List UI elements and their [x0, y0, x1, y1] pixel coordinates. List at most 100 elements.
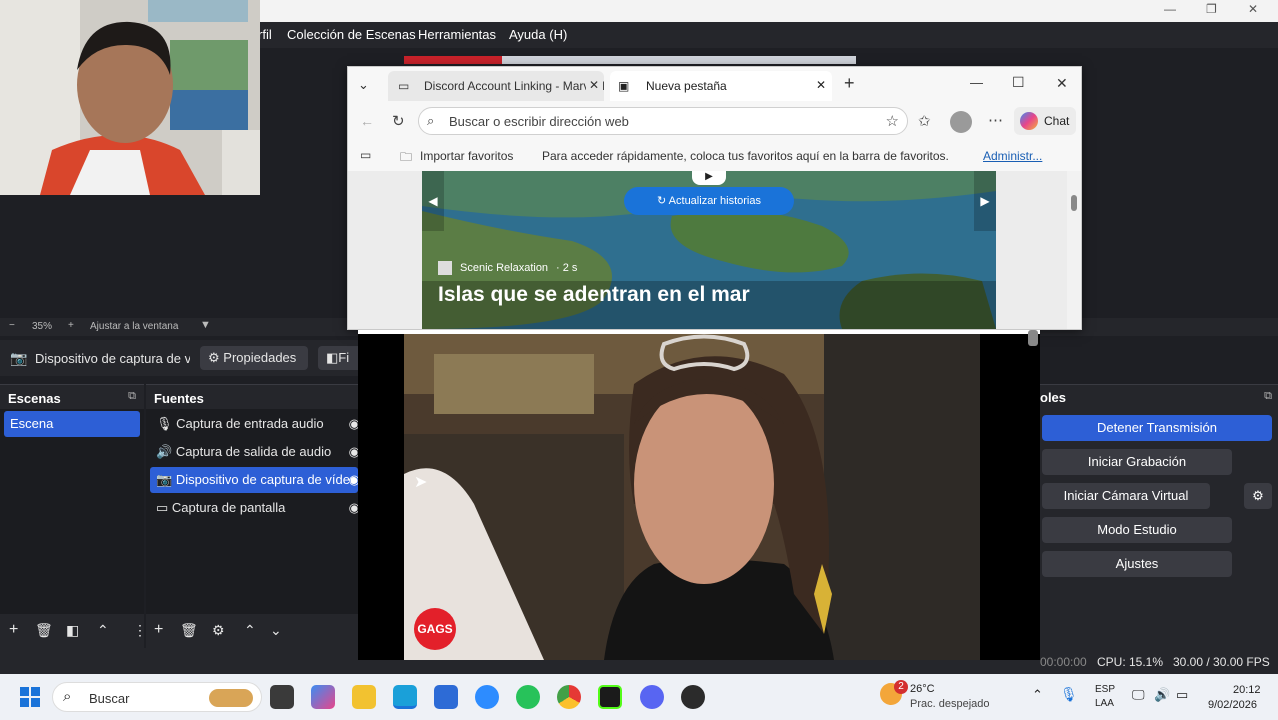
settings-button[interactable]: Ajustes	[1042, 551, 1232, 577]
tab-new[interactable]: ▣ Nueva pestaña ✕	[610, 71, 832, 101]
restore-icon[interactable]: ❐	[1206, 2, 1217, 16]
maximize-icon[interactable]: ☐	[1012, 74, 1025, 91]
tab-actions-icon[interactable]: ⌄	[358, 77, 369, 93]
add-source-button[interactable]: +	[154, 621, 163, 639]
more-icon[interactable]: ⋯	[988, 111, 1003, 129]
chat-button[interactable]: Chat	[1014, 107, 1076, 135]
chevron-up-icon[interactable]: ⌃	[1032, 687, 1043, 703]
tab-discord[interactable]: ▭ Discord Account Linking - Marvel R ✕	[388, 71, 604, 101]
source-item[interactable]: 🔊 Captura de salida de audio ◉	[150, 439, 358, 465]
filter-icon[interactable]: ◧	[66, 622, 79, 639]
virtual-camera-button[interactable]: Iniciar Cámara Virtual	[1042, 483, 1210, 509]
close-icon[interactable]: ✕	[585, 78, 602, 92]
source-item[interactable]: ▭ Captura de pantalla ◉	[150, 495, 358, 521]
filter-icon: ◧	[326, 350, 339, 365]
gear-icon[interactable]: ⚙	[212, 622, 225, 639]
eye-icon[interactable]: ◉	[349, 444, 358, 460]
chevron-up-icon[interactable]: ⌃	[97, 622, 109, 639]
eye-icon[interactable]: ◉	[349, 416, 358, 432]
battery-icon[interactable]: ▭	[1176, 687, 1188, 703]
back-icon[interactable]: ←	[360, 113, 374, 129]
undock-icon[interactable]: ⧉	[128, 390, 136, 403]
search-highlight-icon	[209, 689, 253, 707]
scrollbar-thumb[interactable]	[1028, 330, 1038, 346]
story-source[interactable]: Scenic Relaxation	[460, 262, 548, 274]
language-top[interactable]: ESP	[1095, 684, 1115, 695]
gear-icon[interactable]: ⚙	[1244, 483, 1272, 509]
chevron-left-icon[interactable]: ◀	[422, 171, 444, 231]
more-icon[interactable]: ⋮	[133, 622, 147, 639]
copilot-icon[interactable]	[311, 685, 335, 709]
start-recording-button[interactable]: Iniciar Grabación	[1042, 449, 1232, 475]
zoom-icon[interactable]	[475, 685, 499, 709]
page-icon: ▣	[618, 79, 630, 93]
address-input[interactable]: Buscar o escribir dirección web	[449, 114, 629, 129]
scrollbar[interactable]	[1067, 171, 1081, 329]
taskbar-search[interactable]: ⌕ Buscar	[52, 682, 262, 712]
obs-icon[interactable]	[681, 685, 705, 709]
avatar[interactable]	[950, 111, 972, 133]
chrome-icon[interactable]	[557, 685, 581, 709]
star-icon[interactable]: ☆	[886, 112, 899, 130]
chevron-right-icon[interactable]: ▶	[974, 171, 996, 231]
whatsapp-icon[interactable]	[516, 685, 540, 709]
undock-icon[interactable]: ⧉	[1264, 390, 1272, 403]
refresh-icon[interactable]: ↻	[392, 112, 405, 130]
minimize-icon[interactable]: —	[970, 75, 983, 90]
refresh-stories-button[interactable]: ↻ Actualizar historias	[624, 187, 794, 215]
close-icon[interactable]: ✕	[1056, 75, 1068, 92]
close-icon[interactable]: ✕	[816, 78, 826, 92]
kick-icon[interactable]	[598, 685, 622, 709]
favorites-icon[interactable]: ✩	[918, 112, 931, 130]
speaker-icon[interactable]: 🔊	[1154, 687, 1170, 703]
chevron-down-icon[interactable]: ⌄	[270, 622, 282, 639]
discord-icon[interactable]	[640, 685, 664, 709]
windows-start-icon[interactable]	[20, 687, 40, 707]
file-explorer-icon[interactable]	[352, 685, 376, 709]
microphone-icon[interactable]: 🎙	[1060, 686, 1078, 703]
import-favorites-link[interactable]: Importar favoritos	[420, 149, 513, 163]
menu-tools[interactable]: Herramientas	[418, 27, 496, 42]
trash-icon[interactable]: 🗑	[35, 622, 53, 639]
story-age: · 2 s	[556, 262, 578, 274]
controls-dock: oles ⧉ Detener Transmisión Iniciar Graba…	[1040, 384, 1278, 648]
menu-profile[interactable]: rfil	[258, 27, 272, 42]
minimize-icon[interactable]: —	[1164, 2, 1176, 16]
source-label: Captura de salida de audio	[175, 444, 332, 459]
chevron-up-icon[interactable]: ⌃	[244, 622, 256, 639]
scrollbar-thumb[interactable]	[1071, 195, 1077, 211]
source-item[interactable]: 📷 Dispositivo de captura de vídeo ◉	[150, 467, 358, 493]
clock-date[interactable]: 9/02/2026	[1208, 699, 1257, 711]
zoom-in-button[interactable]: +	[68, 320, 74, 331]
address-bar[interactable]: ⌕ Buscar o escribir dirección web ☆	[418, 107, 908, 135]
story-title[interactable]: Islas que se adentran en el mar	[438, 283, 750, 307]
studio-mode-button[interactable]: Modo Estudio	[1042, 517, 1232, 543]
preview-fragment	[404, 56, 502, 64]
task-view-icon[interactable]	[270, 685, 294, 709]
new-tab-button[interactable]: +	[844, 73, 855, 94]
clock-time[interactable]: 20:12	[1233, 684, 1261, 696]
zoom-out-button[interactable]: −	[9, 320, 15, 331]
chevron-down-icon[interactable]: ▼	[200, 319, 211, 331]
source-item[interactable]: 🎙 Captura de entrada audio ◉	[150, 411, 358, 437]
reading-icon[interactable]: ▭	[360, 148, 371, 162]
monitor-icon: ▭	[156, 500, 169, 515]
eye-icon[interactable]: ◉	[349, 500, 358, 516]
temperature[interactable]: 26°C	[910, 683, 935, 695]
manage-favorites-link[interactable]: Administr...	[983, 149, 1042, 163]
scene-item[interactable]: Escena	[4, 411, 140, 437]
store-icon[interactable]	[434, 685, 458, 709]
trash-icon[interactable]: 🗑	[180, 622, 198, 639]
eye-icon[interactable]: ◉	[349, 472, 358, 488]
network-icon[interactable]: 🖵	[1132, 687, 1145, 703]
play-icon[interactable]: ▶	[692, 171, 726, 185]
menu-help[interactable]: Ayuda (H)	[509, 27, 567, 42]
edge-icon[interactable]	[393, 685, 417, 709]
stop-stream-button[interactable]: Detener Transmisión	[1042, 415, 1272, 441]
language-bottom[interactable]: LAA	[1095, 698, 1114, 709]
close-icon[interactable]: ✕	[1248, 2, 1258, 16]
weather-text[interactable]: Prac. despejado	[910, 698, 990, 710]
menu-scene-collection[interactable]: Colección de Escenas	[287, 27, 416, 42]
add-scene-button[interactable]: +	[9, 621, 18, 639]
properties-button[interactable]: ⚙ Propiedades	[200, 346, 308, 370]
